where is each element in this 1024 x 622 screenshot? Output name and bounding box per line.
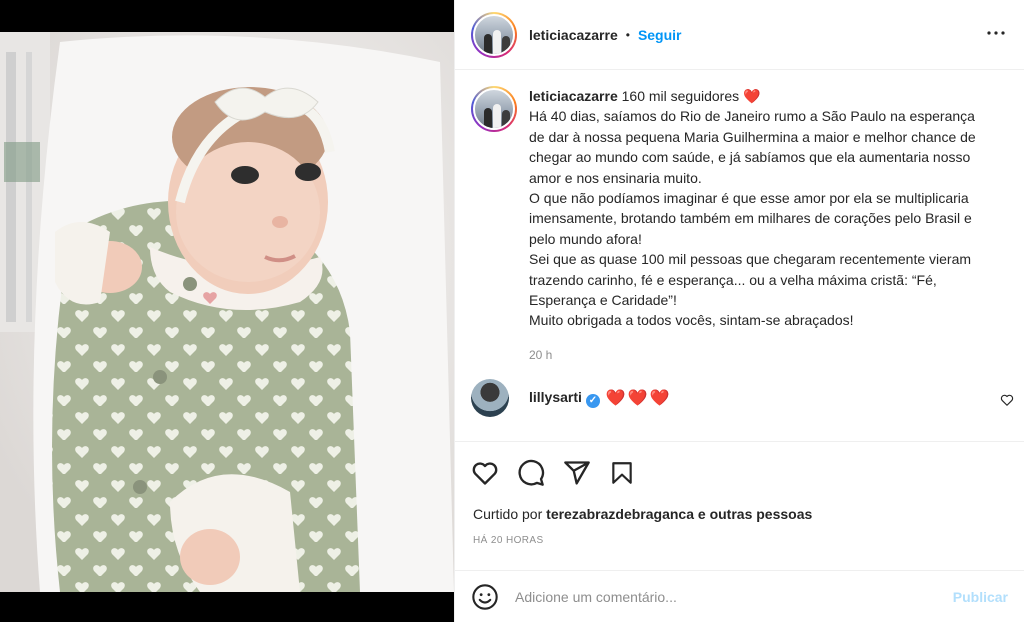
emoji-icon[interactable] bbox=[471, 583, 499, 611]
comment-text: ❤️❤️❤️ bbox=[605, 390, 672, 408]
follow-button[interactable]: Seguir bbox=[638, 27, 682, 43]
author-username[interactable]: leticiacazarre bbox=[529, 27, 618, 43]
add-comment-bar: Publicar bbox=[455, 570, 1024, 622]
post-photo bbox=[0, 32, 454, 592]
commenter-avatar[interactable] bbox=[471, 379, 509, 418]
caption-line-1: leticiacazarre 160 mil seguidores ❤️ bbox=[529, 86, 989, 106]
caption-avatar[interactable] bbox=[471, 86, 517, 132]
caption-text-4: Sei que as quase 100 mil pessoas que che… bbox=[529, 251, 972, 309]
caption-text-5: Muito obrigada a todos vocês, sintam-se … bbox=[529, 312, 854, 329]
comment-icon[interactable] bbox=[517, 457, 557, 489]
heart-icon[interactable] bbox=[471, 457, 511, 489]
caption-text-2: Há 40 dias, saíamos do Rio de Janeiro ru… bbox=[529, 108, 976, 186]
baby-photo-illustration bbox=[0, 32, 454, 592]
posted-time[interactable]: HÁ 20 HORAS bbox=[473, 535, 544, 546]
likes-summary: Curtido por terezabrazdebraganca e outra… bbox=[473, 506, 812, 522]
comment-row: lillysarti ✓ ❤️❤️❤️ bbox=[455, 365, 1024, 418]
more-options-icon[interactable] bbox=[984, 21, 1008, 49]
separator-dot: • bbox=[625, 27, 630, 42]
actions-divider bbox=[455, 441, 1024, 442]
caption-text-1: 160 mil seguidores ❤️ bbox=[621, 88, 761, 104]
post-media[interactable] bbox=[0, 0, 454, 622]
commenter-username[interactable]: lillysarti ✓ bbox=[529, 389, 600, 408]
likes-others[interactable]: e outras pessoas bbox=[698, 506, 812, 522]
action-bar bbox=[471, 455, 1012, 491]
comment-like-icon[interactable] bbox=[1000, 393, 1014, 410]
bookmark-icon[interactable] bbox=[609, 457, 649, 489]
likes-user[interactable]: terezabrazdebraganca bbox=[546, 506, 694, 522]
author-avatar[interactable] bbox=[471, 11, 517, 58]
post-caption: leticiacazarre 160 mil seguidores ❤️ Há … bbox=[455, 70, 1024, 365]
post-panel: leticiacazarre • Seguir leticiacazarre 1… bbox=[454, 0, 1024, 622]
caption-text-3: O que não podíamos imaginar é que esse a… bbox=[529, 190, 972, 247]
verified-badge-icon: ✓ bbox=[585, 393, 600, 408]
caption-body: leticiacazarre 160 mil seguidores ❤️ Há … bbox=[529, 86, 989, 365]
caption-username[interactable]: leticiacazarre bbox=[529, 88, 618, 104]
likes-prefix: Curtido por bbox=[473, 506, 543, 522]
comment-input[interactable] bbox=[515, 588, 953, 605]
share-icon[interactable] bbox=[563, 457, 603, 489]
caption-timestamp[interactable]: 20 h bbox=[529, 345, 989, 365]
publish-button[interactable]: Publicar bbox=[953, 589, 1008, 605]
post-header: leticiacazarre • Seguir bbox=[455, 0, 1024, 70]
